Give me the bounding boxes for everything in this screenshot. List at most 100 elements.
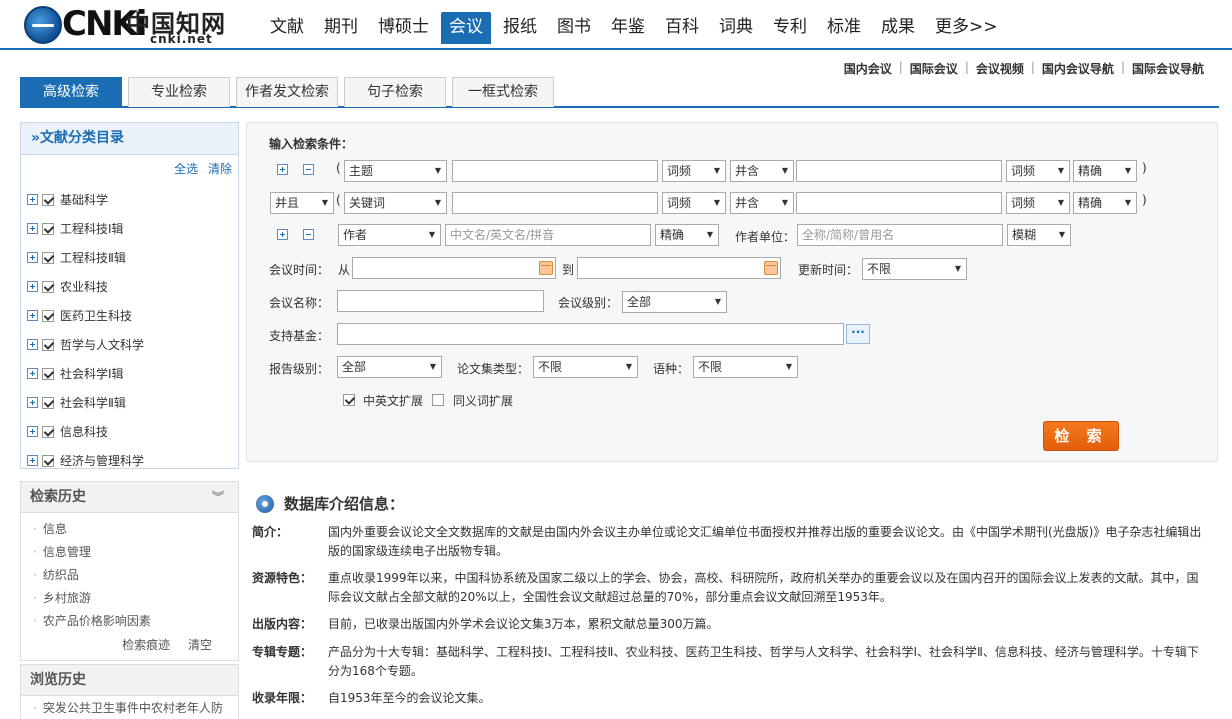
category-checkbox[interactable] [42,222,54,235]
history-item[interactable]: 信息 [33,518,238,541]
calendar-icon[interactable] [764,261,778,275]
category-checkbox[interactable] [42,338,54,351]
nav-huiyi[interactable]: 会议 [441,12,491,44]
nav-cidian[interactable]: 词典 [711,12,761,44]
category-label[interactable]: 医药卫生科技 [60,307,132,324]
expand-icon[interactable] [27,252,38,263]
tab-advanced[interactable]: 高级检索 [20,77,122,107]
unit-input[interactable]: 全称/简称/曾用名 [797,224,1003,246]
history-trace-link[interactable]: 检索痕迹 [122,638,170,652]
cn-en-extend-checkbox[interactable] [343,394,355,406]
expand-icon[interactable] [27,339,38,350]
expand-icon[interactable] [27,455,38,466]
freq-select-2a[interactable]: 词频 [662,192,726,214]
nav-biaozhun[interactable]: 标准 [819,12,869,44]
keyword-input-1b[interactable] [796,160,1002,182]
category-checkbox[interactable] [42,396,54,409]
report-level-select[interactable]: 全部 [337,356,442,378]
category-label[interactable]: 哲学与人文科学 [60,336,144,353]
calendar-icon[interactable] [539,261,553,275]
expand-icon[interactable] [27,368,38,379]
category-checkbox[interactable] [42,251,54,264]
category-checkbox[interactable] [42,309,54,322]
cn-en-extend-label[interactable]: 中英文扩展 [363,392,423,409]
nav-zhuanli[interactable]: 专利 [765,12,815,44]
link-domestic-nav[interactable]: 国内会议导航 [1042,60,1114,77]
date-from-input[interactable] [352,257,556,279]
expand-icon[interactable] [27,397,38,408]
search-button[interactable]: 检 索 [1043,421,1119,451]
logic-select-2[interactable]: 并且 [270,192,334,214]
tab-sentence[interactable]: 句子检索 [344,77,446,107]
history-item[interactable]: 纺织品 [33,564,238,587]
history-item[interactable]: 农产品价格影响因素 [33,610,238,633]
nav-tushu[interactable]: 图书 [549,12,599,44]
conf-name-input[interactable] [337,290,544,312]
browse-item[interactable]: 突发公共卫生事件中农村老年人防 [21,696,238,719]
category-label[interactable]: 工程科技Ⅱ辑 [60,249,126,266]
keyword-input-2b[interactable] [796,192,1002,214]
category-label[interactable]: 经济与管理科学 [60,452,144,469]
tab-onebox[interactable]: 一框式检索 [452,77,554,107]
fund-picker-button[interactable]: ··· [846,324,870,344]
cnki-logo[interactable]: CNKi 中国知网 cnki.net [22,2,232,48]
add-row-icon[interactable] [277,164,288,175]
conf-level-select[interactable]: 全部 [622,291,727,313]
field-select-2[interactable]: 关键词 [344,192,447,214]
nav-nianjian[interactable]: 年鉴 [603,12,653,44]
category-label[interactable]: 社会科学Ⅰ辑 [60,365,124,382]
nav-wenxian[interactable]: 文献 [262,12,312,44]
category-checkbox[interactable] [42,367,54,380]
nav-baike[interactable]: 百科 [657,12,707,44]
link-intl-conf[interactable]: 国际会议 [910,60,958,77]
remove-row-icon[interactable] [303,164,314,175]
match-select-1[interactable]: 精确 [1073,160,1137,182]
link-domestic-conf[interactable]: 国内会议 [844,60,892,77]
history-clear-link[interactable]: 清空 [188,638,212,652]
nav-qikan[interactable]: 期刊 [316,12,366,44]
history-item[interactable]: 信息管理 [33,541,238,564]
freq-select-2b[interactable]: 词频 [1006,192,1070,214]
nav-boshuoshi[interactable]: 博硕士 [370,12,437,44]
remove-author-icon[interactable] [303,229,314,240]
match-select-2[interactable]: 精确 [1073,192,1137,214]
expand-icon[interactable] [27,281,38,292]
synonym-extend-checkbox[interactable] [432,394,444,406]
category-checkbox[interactable] [42,193,54,206]
expand-icon[interactable] [27,426,38,437]
add-author-icon[interactable] [277,229,288,240]
nav-more[interactable]: 更多>> [927,12,1006,44]
clear-link[interactable]: 清除 [208,162,232,176]
fund-input[interactable] [337,323,844,345]
history-item[interactable]: 乡村旅游 [33,587,238,610]
author-match-select[interactable]: 精确 [655,224,719,246]
update-select[interactable]: 不限 [862,258,967,280]
keyword-input-2a[interactable] [452,192,658,214]
expand-icon[interactable] [27,310,38,321]
expand-icon[interactable] [27,223,38,234]
unit-match-select[interactable]: 模糊 [1007,224,1071,246]
freq-select-1a[interactable]: 词频 [662,160,726,182]
author-field-select[interactable]: 作者 [338,224,441,246]
collection-type-select[interactable]: 不限 [533,356,638,378]
link-intl-nav[interactable]: 国际会议导航 [1132,60,1204,77]
category-label[interactable]: 社会科学Ⅱ辑 [60,394,126,411]
category-label[interactable]: 信息科技 [60,423,108,440]
category-checkbox[interactable] [42,280,54,293]
author-input[interactable]: 中文名/英文名/拼音 [445,224,651,246]
category-checkbox[interactable] [42,454,54,467]
category-label[interactable]: 基础科学 [60,191,108,208]
field-select-1[interactable]: 主题 [344,160,447,182]
synonym-extend-label[interactable]: 同义词扩展 [453,392,513,409]
keyword-input-1a[interactable] [452,160,658,182]
select-all-link[interactable]: 全选 [174,162,198,176]
op-select-1[interactable]: 并含 [730,160,794,182]
tab-professional[interactable]: 专业检索 [128,77,230,107]
op-select-2[interactable]: 并含 [730,192,794,214]
link-conf-video[interactable]: 会议视频 [976,60,1024,77]
collapse-icon[interactable]: ︾ [212,482,224,513]
freq-select-1b[interactable]: 词频 [1006,160,1070,182]
date-to-input[interactable] [577,257,781,279]
nav-chengguo[interactable]: 成果 [873,12,923,44]
expand-icon[interactable] [27,194,38,205]
